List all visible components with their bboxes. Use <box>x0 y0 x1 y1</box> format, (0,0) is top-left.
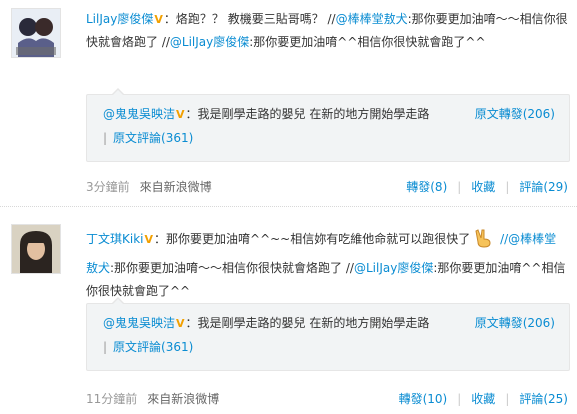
post-source[interactable]: 來自新浪微博 <box>147 392 219 406</box>
author-link[interactable]: 丁文琪Kiki <box>86 232 144 246</box>
verified-badge-icon: V <box>176 108 185 121</box>
post-actions: 轉發(8) | 收藏 | 評論(29) <box>406 180 568 194</box>
verified-badge-icon: V <box>144 233 154 246</box>
repost-text: ：我是剛學走路的嬰兒 在新的地方開始學走路 <box>185 316 430 330</box>
repost-button[interactable]: 轉發(10) <box>399 392 448 406</box>
original-comment-link[interactable]: 原文評論(361) <box>113 340 193 354</box>
post-content: 丁文琪KikiV：那你要更加油唷^^~~相信妳有吃維他命就可以跑很快了 //@棒… <box>86 227 568 303</box>
post-text: ：烙跑？？ 教機要三貼哥嗎？ // <box>163 12 336 26</box>
weibo-feed: LilJay廖俊傑V：烙跑？？ 教機要三貼哥嗎？ //@棒棒堂敖犬:那你要更加油… <box>0 0 577 414</box>
comment-button[interactable]: 評論(29) <box>519 180 568 194</box>
peace-hand-emoji-icon <box>472 227 494 257</box>
author-link[interactable]: LilJay廖俊傑 <box>86 12 153 26</box>
post-meta: 11分鐘前 來自新浪微博 轉發(10) | 收藏 | 評論(25) <box>86 390 568 407</box>
comment-button[interactable]: 評論(25) <box>519 392 568 406</box>
post-text: :那你要更加油唷^^相信你很快就會跑了^^ <box>249 35 486 49</box>
mention-link[interactable]: @LilJay廖俊傑 <box>170 35 249 49</box>
verified-badge-icon: V <box>154 13 163 26</box>
avatar-liljay-icon <box>12 9 60 57</box>
post-text: :那你要更加油唷～～相信你很快就會烙跑了 // <box>110 261 354 275</box>
repost-box: @鬼鬼吳映洁V：我是剛學走路的嬰兒 在新的地方開始學走路 原文轉發(206) |… <box>86 88 570 162</box>
verified-badge-icon: V <box>176 317 185 330</box>
post-item: 丁文琪KikiV：那你要更加油唷^^~~相信妳有吃維他命就可以跑很快了 //@棒… <box>0 207 577 414</box>
repost-text-line: @鬼鬼吳映洁V：我是剛學走路的嬰兒 在新的地方開始學走路 <box>103 105 429 122</box>
repost-text-line: @鬼鬼吳映洁V：我是剛學走路的嬰兒 在新的地方開始學走路 <box>103 314 429 331</box>
mention-link[interactable]: @棒棒堂敖犬 <box>336 12 408 26</box>
repost-author-link[interactable]: @鬼鬼吳映洁 <box>103 107 175 121</box>
post-source[interactable]: 來自新浪微博 <box>140 180 212 194</box>
favorite-button[interactable]: 收藏 <box>471 392 495 406</box>
repost-author-link[interactable]: @鬼鬼吳映洁 <box>103 316 175 330</box>
post-item: LilJay廖俊傑V：烙跑？？ 教機要三貼哥嗎？ //@棒棒堂敖犬:那你要更加油… <box>0 0 577 206</box>
post-time[interactable]: 11分鐘前 <box>86 392 137 406</box>
separator: | <box>103 131 108 145</box>
post-meta: 3分鐘前 來自新浪微博 轉發(8) | 收藏 | 評論(29) <box>86 178 568 195</box>
separator: | <box>103 340 108 354</box>
repost-box: @鬼鬼吳映洁V：我是剛學走路的嬰兒 在新的地方開始學走路 原文轉發(206) |… <box>86 297 570 371</box>
repost-text: ：我是剛學走路的嬰兒 在新的地方開始學走路 <box>185 107 430 121</box>
avatar[interactable] <box>11 8 61 58</box>
mention-link[interactable]: @LilJay廖俊傑 <box>354 261 433 275</box>
post-content: LilJay廖俊傑V：烙跑？？ 教機要三貼哥嗎？ //@棒棒堂敖犬 :那你要更加油… <box>86 8 568 54</box>
original-repost-link[interactable]: 原文轉發(206) <box>475 105 555 122</box>
avatar-kiki-icon <box>12 225 60 273</box>
favorite-button[interactable]: 收藏 <box>471 180 495 194</box>
post-time[interactable]: 3分鐘前 <box>86 180 130 194</box>
avatar[interactable] <box>11 224 61 274</box>
repost-button[interactable]: 轉發(8) <box>406 180 447 194</box>
post-actions: 轉發(10) | 收藏 | 評論(25) <box>398 392 568 406</box>
post-text: ：那你要更加油唷^^~~相信妳有吃維他命就可以跑很快了 <box>154 232 471 246</box>
mention-link[interactable]: //@ <box>496 232 520 246</box>
original-repost-link[interactable]: 原文轉發(206) <box>475 314 555 331</box>
original-comment-link[interactable]: 原文評論(361) <box>113 131 193 145</box>
